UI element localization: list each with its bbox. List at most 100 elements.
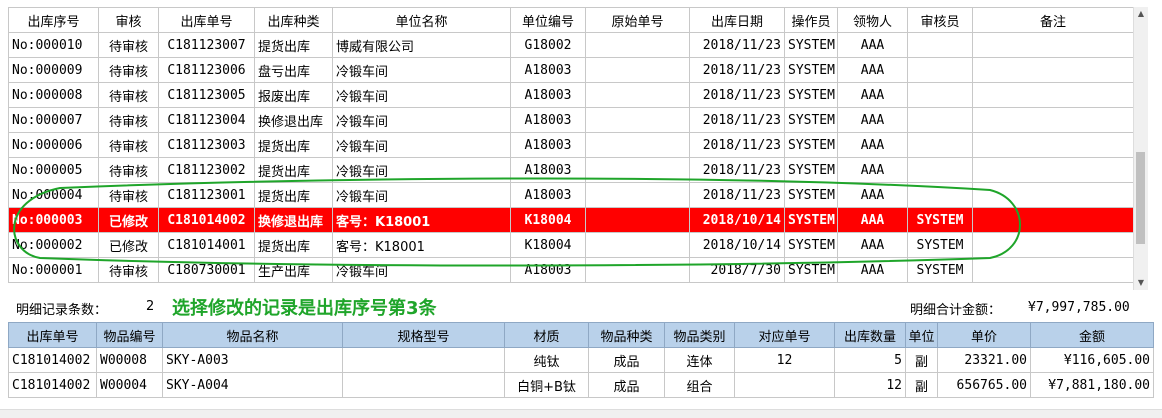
cell-order_no: C181014001	[158, 232, 255, 258]
cell-type: 换修退出库	[254, 107, 333, 133]
table-row[interactable]: No:000002 已修改 C181014001 提货出库 客号：K18001 K1800…	[8, 232, 1134, 258]
table-row[interactable]: No:000004 待审核 C181123001 提货出库 冷锻车间 A18003 2018…	[8, 182, 1134, 208]
column-header-11[interactable]: 备注	[972, 7, 1134, 33]
cell-seq: No:000007	[8, 107, 99, 133]
annotation-note: 选择修改的记录是出库序号第3条	[172, 298, 437, 319]
cell-unit_code: K18004	[510, 207, 586, 233]
cell-unit_code: A18003	[510, 182, 586, 208]
cell-auditor: SYSTEM	[907, 232, 973, 258]
column-header-6[interactable]: 原始单号	[585, 7, 690, 33]
column-header-4[interactable]: 单位名称	[332, 7, 511, 33]
cell-order_no: C180730001	[158, 257, 255, 283]
column-header-3[interactable]: 出库种类	[254, 7, 333, 33]
cell-unit_name: 博威有限公司	[332, 32, 511, 58]
detail-total-value: ¥7,997,785.00	[1028, 300, 1130, 315]
cell-receiver: AAA	[837, 32, 908, 58]
table-row[interactable]: No:000010 待审核 C181123007 提货出库 博威有限公司 G18002 20…	[8, 32, 1134, 58]
cell-type: 提货出库	[254, 182, 333, 208]
outbound-list-grid[interactable]: 出库序号 审核 出库单号 出库种类 单位名称 单位编号 原始单号 出库日期 操作员 领物人 审核员备…	[8, 7, 1134, 283]
table-row[interactable]: No:000003 已修改 C181014002 换修退出库 客号：K18001 K180…	[8, 207, 1134, 233]
detail-cell-amount: ¥7,881,180.00	[1030, 372, 1154, 398]
detail-cell-spec	[342, 372, 505, 398]
cell-unit_name: 冷锻车间	[332, 57, 511, 83]
cell-operator: SYSTEM	[784, 57, 838, 83]
scrollbar-thumb[interactable]	[1136, 152, 1145, 244]
cell-orig_no	[585, 232, 690, 258]
table-row[interactable]: No:000006 待审核 C181123003 提货出库 冷锻车间 A18003 2018…	[8, 132, 1134, 158]
column-header-10[interactable]: 审核员	[907, 7, 973, 33]
detail-cell-qty: 5	[834, 347, 906, 373]
detail-column-header-10[interactable]: 单价	[937, 322, 1031, 348]
column-header-8[interactable]: 操作员	[784, 7, 838, 33]
cell-date: 2018/11/23	[689, 82, 785, 108]
cell-auditor	[907, 107, 973, 133]
cell-audit: 待审核	[98, 32, 159, 58]
cell-order_no: C181123005	[158, 82, 255, 108]
cell-operator: SYSTEM	[784, 32, 838, 58]
column-header-7[interactable]: 出库日期	[689, 7, 785, 33]
detail-column-header-2[interactable]: 物品名称	[162, 322, 343, 348]
cell-auditor	[907, 132, 973, 158]
column-header-9[interactable]: 领物人	[837, 7, 908, 33]
detail-cell-qty: 12	[834, 372, 906, 398]
cell-orig_no	[585, 32, 690, 58]
cell-order_no: C181123006	[158, 57, 255, 83]
cell-orig_no	[585, 82, 690, 108]
cell-unit_code: G18002	[510, 32, 586, 58]
detail-column-header-8[interactable]: 出库数量	[834, 322, 906, 348]
column-header-1[interactable]: 审核	[98, 7, 159, 33]
detail-cell-spec	[342, 347, 505, 373]
vertical-scrollbar[interactable]: ▲ ▼	[1133, 7, 1148, 290]
scroll-up-arrow-icon[interactable]: ▲	[1134, 7, 1148, 21]
cell-order_no: C181123002	[158, 157, 255, 183]
detail-column-header-6[interactable]: 物品类别	[664, 322, 735, 348]
detail-column-header-9[interactable]: 单位	[905, 322, 938, 348]
detail-column-header-7[interactable]: 对应单号	[734, 322, 835, 348]
detail-cell-material: 白铜+B钛	[504, 372, 589, 398]
cell-orig_no	[585, 207, 690, 233]
detail-grid[interactable]: 出库单号 物品编号 物品名称 规格型号 材质 物品种类 物品类别 对应单号 出库数量 单位 单价 金额…	[8, 322, 1154, 398]
cell-unit_code: K18004	[510, 232, 586, 258]
cell-orig_no	[585, 182, 690, 208]
cell-unit_name: 冷锻车间	[332, 107, 511, 133]
cell-receiver: AAA	[837, 132, 908, 158]
detail-cell-order_no: C181014002	[8, 347, 97, 373]
table-row[interactable]: No:000005 待审核 C181123002 提货出库 冷锻车间 A18003 2018…	[8, 157, 1134, 183]
cell-seq: No:000001	[8, 257, 99, 283]
table-row[interactable]: No:000007 待审核 C181123004 换修退出库 冷锻车间 A18003 201…	[8, 107, 1134, 133]
column-header-2[interactable]: 出库单号	[158, 7, 255, 33]
detail-column-header-11[interactable]: 金额	[1030, 322, 1154, 348]
cell-unit_code: A18003	[510, 57, 586, 83]
detail-row[interactable]: C181014002 W00008 SKY-A003 纯钛 成品 连体 12 5 副 23321.…	[8, 347, 1154, 373]
detail-row[interactable]: C181014002 W00004 SKY-A004 白铜+B钛 成品 组合 12 副 6567…	[8, 372, 1154, 398]
detail-column-header-0[interactable]: 出库单号	[8, 322, 97, 348]
scroll-down-arrow-icon[interactable]: ▼	[1134, 276, 1148, 290]
cell-audit: 待审核	[98, 182, 159, 208]
detail-count-label: 明细记录条数：	[16, 303, 108, 318]
cell-type: 生产出库	[254, 257, 333, 283]
cell-auditor	[907, 182, 973, 208]
column-header-5[interactable]: 单位编号	[510, 7, 586, 33]
detail-cell-material: 纯钛	[504, 347, 589, 373]
table-row[interactable]: No:000008 待审核 C181123005 报废出库 冷锻车间 A18003 2018…	[8, 82, 1134, 108]
table-row[interactable]: No:000009 待审核 C181123006 盘亏出库 冷锻车间 A18003 2018…	[8, 57, 1134, 83]
cell-audit: 待审核	[98, 107, 159, 133]
cell-audit: 待审核	[98, 57, 159, 83]
cell-operator: SYSTEM	[784, 132, 838, 158]
outbound-list-table: 出库序号 审核 出库单号 出库种类 单位名称 单位编号 原始单号 出库日期 操作员 领物人 审核员备…	[8, 7, 1134, 283]
detail-column-header-1[interactable]: 物品编号	[96, 322, 163, 348]
cell-audit: 已修改	[98, 232, 159, 258]
cell-unit_name: 冷锻车间	[332, 132, 511, 158]
cell-note	[972, 157, 1134, 183]
cell-operator: SYSTEM	[784, 182, 838, 208]
table-row[interactable]: No:000001 待审核 C180730001 生产出库 冷锻车间 A18003 2018…	[8, 257, 1134, 283]
cell-order_no: C181123004	[158, 107, 255, 133]
detail-column-header-3[interactable]: 规格型号	[342, 322, 505, 348]
cell-order_no: C181014002	[158, 207, 255, 233]
detail-column-header-4[interactable]: 材质	[504, 322, 589, 348]
column-header-0[interactable]: 出库序号	[8, 7, 99, 33]
cell-auditor: SYSTEM	[907, 207, 973, 233]
cell-type: 报废出库	[254, 82, 333, 108]
detail-table: 出库单号 物品编号 物品名称 规格型号 材质 物品种类 物品类别 对应单号 出库数量 单位 单价 金额…	[8, 322, 1154, 398]
detail-column-header-5[interactable]: 物品种类	[588, 322, 665, 348]
